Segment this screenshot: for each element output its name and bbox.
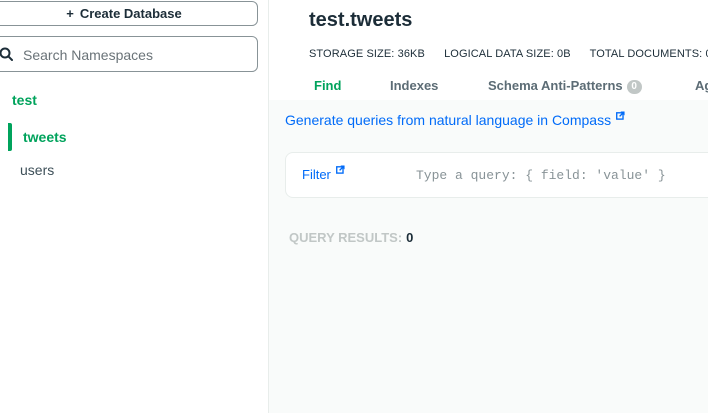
logical-data-size-stat: LOGICAL DATA SIZE: 0B [444,48,571,60]
sidebar-collection-tweets[interactable]: tweets [8,123,268,151]
tab-label: Indexes [390,78,439,93]
collection-title: test.tweets [309,9,413,31]
filter-label: Filter [302,167,331,182]
tab-label: Ag [695,78,708,93]
query-results: QUERY RESULTS: 0 [289,230,413,245]
tab-label: Find [314,78,342,93]
tab-label: Schema Anti-Patterns [488,78,623,93]
plus-icon: + [66,6,74,21]
storage-size-stat: STORAGE SIZE: 36KB [309,48,425,60]
main-panel: test.tweets STORAGE SIZE: 36KB LOGICAL D… [269,0,708,413]
query-results-label: QUERY RESULTS: [289,230,403,245]
sidebar-database-test[interactable]: test [12,92,37,108]
create-database-label: Create Database [79,6,182,21]
query-results-count: 0 [406,230,414,245]
search-namespaces-input[interactable] [23,45,243,65]
filter-link[interactable]: Filter [302,165,345,182]
tab-schema-anti-patterns[interactable]: Schema Anti-Patterns 0 [488,78,642,94]
collection-stats: STORAGE SIZE: 36KB LOGICAL DATA SIZE: 0B… [309,48,708,60]
external-link-icon [616,111,625,120]
query-bar: Filter [285,152,708,198]
search-icon [0,47,13,61]
collection-label: tweets [23,129,67,145]
generate-queries-link[interactable]: Generate queries from natural language i… [285,111,625,128]
find-content: Generate queries from natural language i… [269,100,708,413]
total-documents-stat: TOTAL DOCUMENTS: 0 [589,48,708,60]
tab-badge: 0 [626,80,642,94]
generate-queries-label: Generate queries from natural language i… [285,112,612,128]
sidebar: + Create Database test tweets users [0,0,269,413]
tab-aggregations[interactable]: Ag [695,78,708,93]
collection-label: users [20,162,55,178]
collection-tabs: Find Indexes Schema Anti-Patterns0 Ag [269,74,708,100]
search-namespaces-field[interactable] [0,36,258,72]
filter-query-input[interactable] [416,165,708,185]
external-link-icon [335,165,345,174]
create-database-button[interactable]: + Create Database [0,1,258,26]
tab-indexes[interactable]: Indexes [390,78,438,93]
tab-find[interactable]: Find [314,78,341,93]
sidebar-collection-users[interactable]: users [8,156,268,184]
